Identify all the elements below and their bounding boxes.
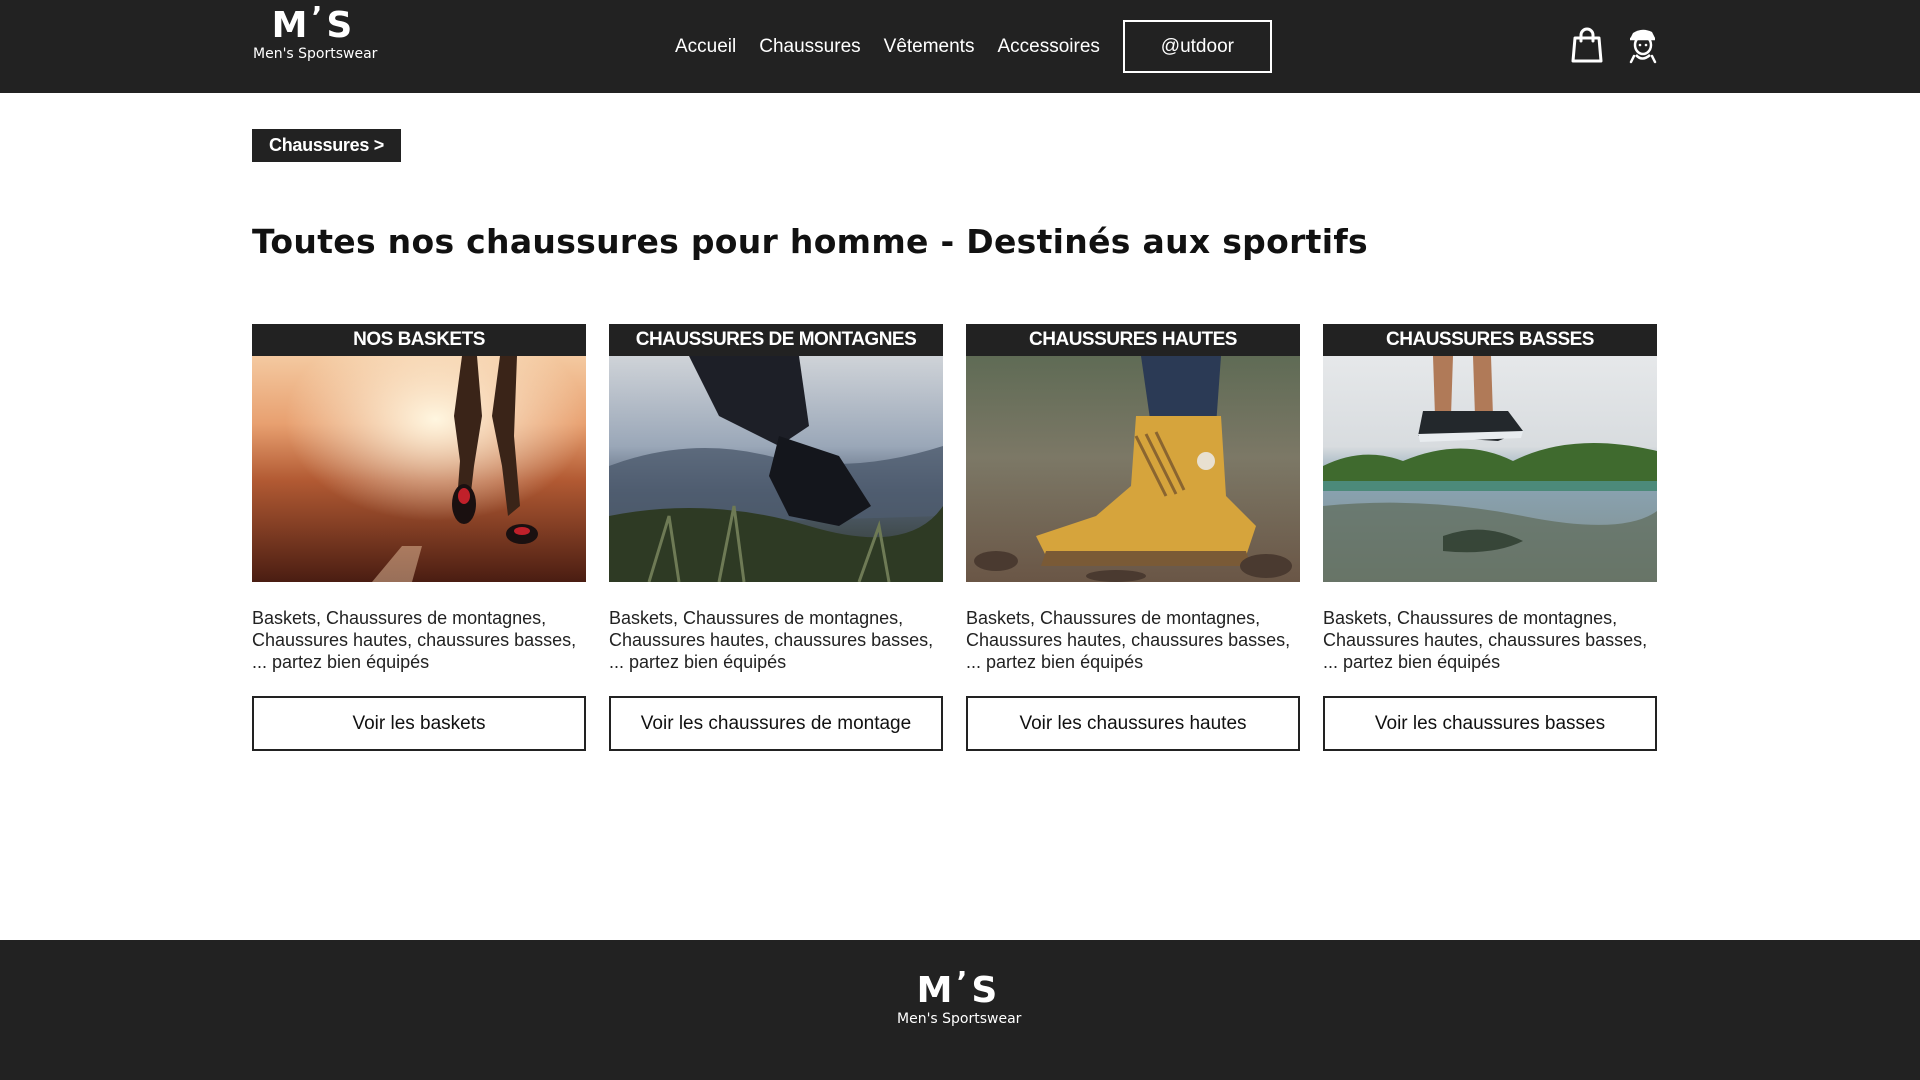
voir-baskets-button[interactable]: Voir les baskets (252, 696, 586, 751)
category-card-basses: CHAUSSURES BASSES Baskets, Chaussures de… (1323, 324, 1657, 751)
logo-mark-s: S (971, 970, 1000, 1011)
main-nav: Accueil Chaussures Vêtements Accessoires… (675, 18, 1272, 75)
logo-brand-name: Men's Sportswear (253, 46, 378, 62)
site-footer: M’S Men's Sportswear (0, 940, 1920, 1080)
logo-mark: M’S (253, 3, 373, 46)
logo-mark-apostrophe: ’ (956, 964, 970, 999)
brand-logo[interactable]: M’S Men's Sportswear (253, 3, 378, 62)
card-description: Baskets, Chaussures de montagnes, Chauss… (609, 608, 934, 672)
site-header: M’S Men's Sportswear Accueil Chaussures … (0, 0, 1920, 93)
card-image-yellow-boot (966, 356, 1300, 582)
card-image-hiker (609, 356, 943, 582)
card-title: CHAUSSURES HAUTES (966, 324, 1300, 356)
logo-brand-name: Men's Sportswear (897, 1011, 1022, 1027)
nav-outdoor-button[interactable]: @utdoor (1122, 20, 1272, 73)
card-title: NOS BASKETS (252, 324, 586, 356)
logo-mark: M’S (897, 968, 1019, 1011)
category-card-hautes: CHAUSSURES HAUTES Baskets, Chaussures de… (966, 324, 1300, 751)
nav-link-vetements[interactable]: Vêtements (884, 36, 975, 58)
footer-brand-logo[interactable]: M’S Men's Sportswear (897, 968, 1022, 1027)
nav-link-accueil[interactable]: Accueil (675, 36, 736, 58)
card-title: CHAUSSURES DE MONTAGNES (609, 324, 943, 356)
user-avatar-icon[interactable] (1624, 26, 1660, 64)
card-image-sneaker-puddle (1323, 356, 1657, 582)
logo-mark-m: M (271, 5, 310, 46)
category-card-montagnes: CHAUSSURES DE MONTAGNES Baskets, Chaussu… (609, 324, 943, 751)
nav-link-accessoires[interactable]: Accessoires (997, 36, 1099, 58)
voir-montagnes-button[interactable]: Voir les chaussures de montage (609, 696, 943, 751)
card-title: CHAUSSURES BASSES (1323, 324, 1657, 356)
card-description: Baskets, Chaussures de montagnes, Chauss… (1323, 608, 1648, 672)
card-description: Baskets, Chaussures de montagnes, Chauss… (252, 608, 577, 672)
logo-mark-m: M (916, 970, 955, 1011)
card-description: Baskets, Chaussures de montagnes, Chauss… (966, 608, 1291, 672)
voir-hautes-button[interactable]: Voir les chaussures hautes (966, 696, 1300, 751)
voir-basses-button[interactable]: Voir les chaussures basses (1323, 696, 1657, 751)
card-image-runner (252, 356, 586, 582)
logo-mark-apostrophe: ’ (311, 0, 325, 34)
breadcrumb-chaussures[interactable]: Chaussures > (252, 129, 401, 162)
logo-mark-s: S (326, 5, 355, 46)
category-card-baskets: NOS BASKETS Baskets, Chaussures de monta… (252, 324, 586, 751)
page-title: Toutes nos chaussures pour homme - Desti… (252, 222, 1368, 261)
nav-link-chaussures[interactable]: Chaussures (759, 36, 860, 58)
shopping-bag-icon[interactable] (1569, 26, 1605, 64)
